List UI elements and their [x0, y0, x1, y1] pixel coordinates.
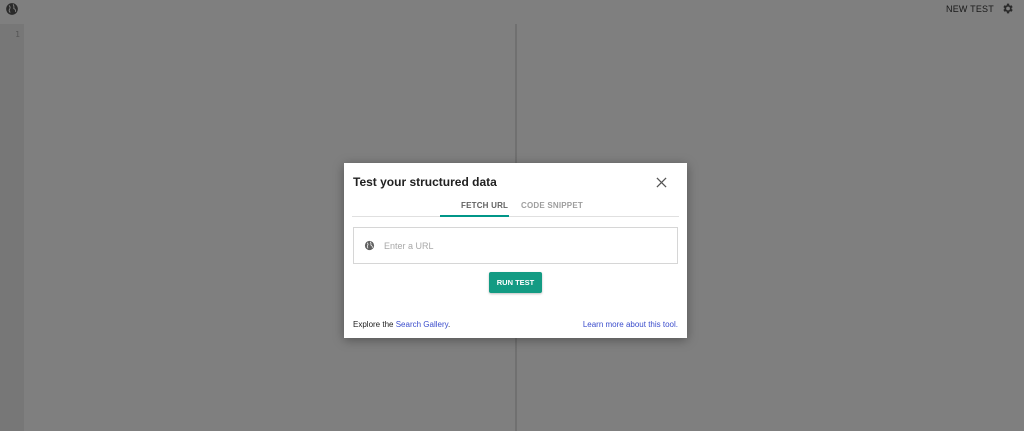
- url-input-box[interactable]: [353, 227, 678, 264]
- tab-fetch-url[interactable]: FETCH URL: [461, 201, 508, 210]
- dialog-tabs: FETCH URL CODE SNIPPET: [352, 197, 679, 217]
- explore-suffix: .: [448, 320, 451, 329]
- globe-icon: [364, 240, 375, 251]
- dialog-title: Test your structured data: [353, 175, 497, 189]
- url-input[interactable]: [384, 238, 664, 254]
- explore-prefix: Explore the: [353, 320, 396, 329]
- tab-code-snippet[interactable]: CODE SNIPPET: [521, 201, 583, 210]
- explore-text: Explore the Search Gallery.: [353, 320, 450, 329]
- learn-more-link[interactable]: Learn more about this tool.: [583, 320, 678, 329]
- run-test-button[interactable]: RUN TEST: [489, 272, 542, 293]
- close-icon[interactable]: [656, 177, 667, 188]
- test-dialog: Test your structured data FETCH URL CODE…: [344, 163, 687, 338]
- active-tab-indicator: [440, 215, 509, 217]
- search-gallery-link[interactable]: Search Gallery: [396, 320, 448, 329]
